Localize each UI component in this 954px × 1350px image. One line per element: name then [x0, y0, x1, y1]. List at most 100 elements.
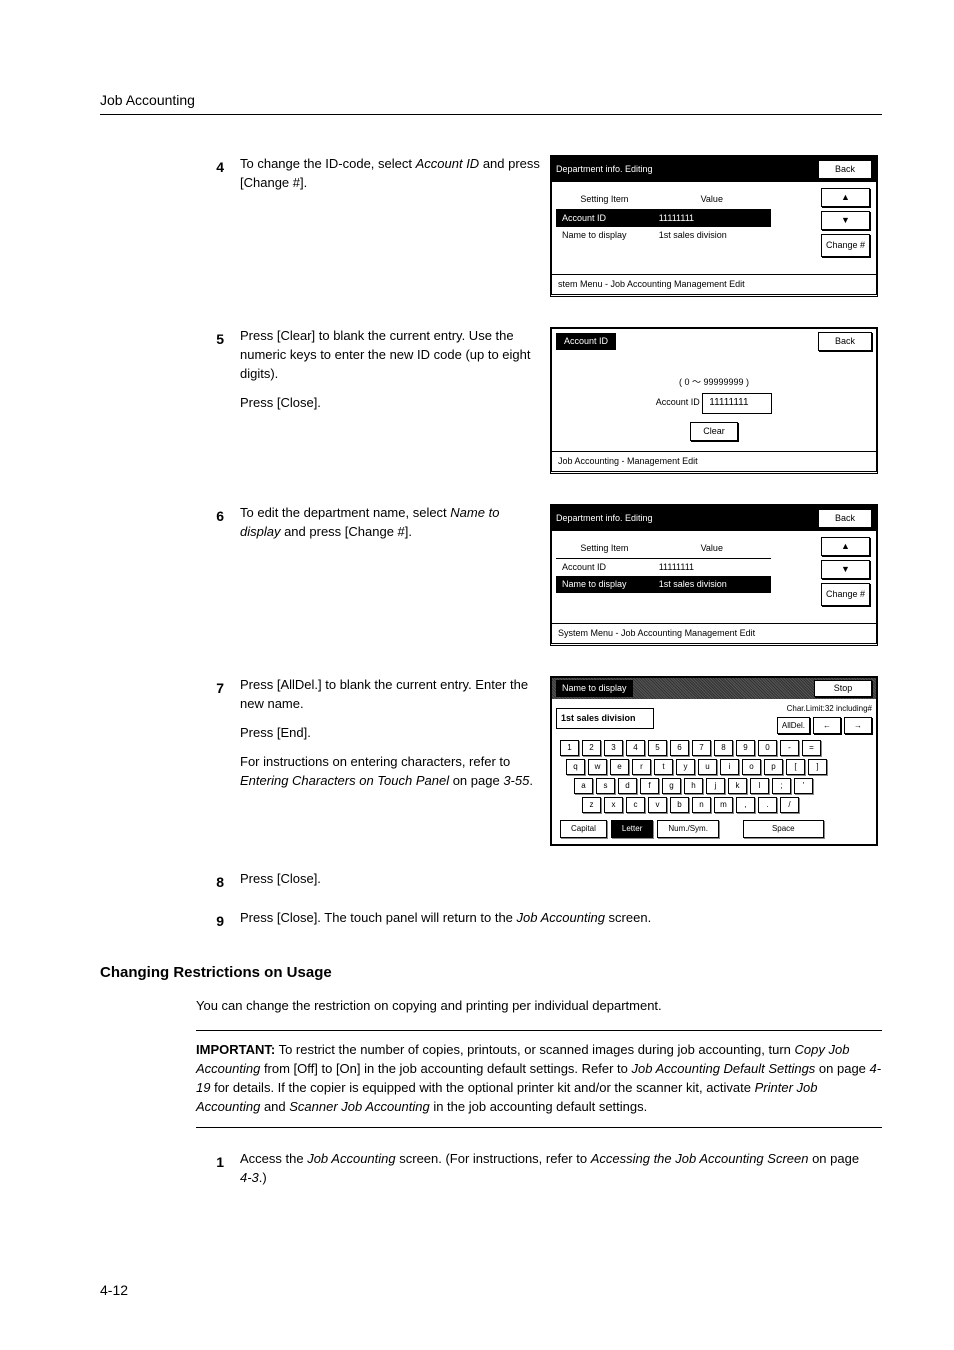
arrow-down-button[interactable]: ▼	[821, 211, 870, 230]
key-x[interactable]: x	[604, 797, 623, 813]
step-number-5: 5	[196, 327, 240, 349]
account-id-label: Account ID	[656, 397, 700, 407]
cell: 1st sales division	[653, 227, 771, 244]
step-text-4: To change the ID-code, select Account ID…	[240, 155, 550, 203]
key-v[interactable]: v	[648, 797, 667, 813]
key-3[interactable]: 3	[604, 740, 623, 756]
key-t[interactable]: t	[654, 759, 673, 775]
lcd6-footer: System Menu - Job Accounting Management …	[552, 623, 876, 643]
stop-button[interactable]: Stop	[814, 680, 872, 697]
key-4[interactable]: 4	[626, 740, 645, 756]
key-6[interactable]: 6	[670, 740, 689, 756]
char-limit-label: Char.Limit:32 including#	[787, 703, 872, 715]
step-text-7: Press [AllDel.] to blank the current ent…	[240, 676, 550, 800]
key-=[interactable]: =	[802, 740, 821, 756]
key-w[interactable]: w	[588, 759, 607, 775]
capital-mode-button[interactable]: Capital	[560, 820, 607, 838]
arrow-right-button[interactable]: →	[844, 717, 872, 735]
change-button[interactable]: Change #	[821, 583, 870, 606]
key-z[interactable]: z	[582, 797, 601, 813]
cell: Name to display	[556, 227, 653, 244]
key-j[interactable]: j	[706, 778, 725, 794]
important-note: IMPORTANT: To restrict the number of cop…	[196, 1030, 882, 1127]
back-button[interactable]: Back	[818, 509, 872, 528]
name-input[interactable]: 1st sales division	[556, 708, 654, 729]
key-c[interactable]: c	[626, 797, 645, 813]
key-e[interactable]: e	[610, 759, 629, 775]
key-p[interactable]: p	[764, 759, 783, 775]
letter-mode-button[interactable]: Letter	[611, 820, 653, 838]
table-row[interactable]: Name to display 1st sales division	[556, 227, 771, 244]
col-value: Value	[653, 190, 771, 210]
back-button[interactable]: Back	[818, 332, 872, 351]
header-rule	[100, 114, 882, 115]
key-2[interactable]: 2	[582, 740, 601, 756]
alldel-button[interactable]: AllDel.	[777, 717, 810, 735]
key-n[interactable]: n	[692, 797, 711, 813]
page-number: 4-12	[100, 1280, 128, 1300]
col-value: Value	[653, 539, 771, 559]
key-/[interactable]: /	[780, 797, 799, 813]
key-y[interactable]: y	[676, 759, 695, 775]
key-;[interactable]: ;	[772, 778, 791, 794]
cell: Name to display	[556, 576, 653, 593]
lcd-screen-5: Account ID Back ( 0 ～ 99999999 ) Account…	[550, 327, 878, 474]
col-setting-item: Setting Item	[556, 190, 653, 210]
key-d[interactable]: d	[618, 778, 637, 794]
clear-button[interactable]: Clear	[690, 422, 738, 441]
lcd5-title: Account ID	[556, 333, 616, 350]
numsym-mode-button[interactable]: Num./Sym.	[657, 820, 719, 838]
key-g[interactable]: g	[662, 778, 681, 794]
key-.[interactable]: .	[758, 797, 777, 813]
back-button[interactable]: Back	[818, 160, 872, 179]
cell: 11111111	[653, 559, 771, 577]
key-h[interactable]: h	[684, 778, 703, 794]
key-u[interactable]: u	[698, 759, 717, 775]
step-number-9: 9	[196, 909, 240, 931]
key-5[interactable]: 5	[648, 740, 667, 756]
key-b[interactable]: b	[670, 797, 689, 813]
key-,[interactable]: ,	[736, 797, 755, 813]
key-][interactable]: ]	[808, 759, 827, 775]
key-s[interactable]: s	[596, 778, 615, 794]
lcd6-title: Department info. Editing	[556, 512, 653, 525]
lcd-screen-6: Department info. Editing Back Setting It…	[550, 504, 878, 646]
change-button[interactable]: Change #	[821, 234, 870, 257]
arrow-down-button[interactable]: ▼	[821, 560, 870, 579]
key-m[interactable]: m	[714, 797, 733, 813]
cell: 11111111	[653, 210, 771, 228]
key-0[interactable]: 0	[758, 740, 777, 756]
key-q[interactable]: q	[566, 759, 585, 775]
key-o[interactable]: o	[742, 759, 761, 775]
keyboard-screen: Name to display Stop 1st sales division …	[550, 676, 878, 846]
sub-intro-text: You can change the restriction on copyin…	[196, 997, 882, 1016]
key-9[interactable]: 9	[736, 740, 755, 756]
key-l[interactable]: l	[750, 778, 769, 794]
space-key[interactable]: Space	[743, 820, 824, 838]
table-row[interactable]: Account ID 11111111	[556, 210, 771, 228]
table-row[interactable]: Name to display 1st sales division	[556, 576, 771, 593]
key-a[interactable]: a	[574, 778, 593, 794]
key-r[interactable]: r	[632, 759, 651, 775]
key-8[interactable]: 8	[714, 740, 733, 756]
key-k[interactable]: k	[728, 778, 747, 794]
table-row[interactable]: Account ID 11111111	[556, 559, 771, 577]
key-i[interactable]: i	[720, 759, 739, 775]
lcd-screen-4: Department info. Editing Back Setting It…	[550, 155, 878, 297]
key-7[interactable]: 7	[692, 740, 711, 756]
account-id-field[interactable]: 11111111	[702, 393, 772, 414]
arrow-up-button[interactable]: ▲	[821, 188, 870, 207]
cell: Account ID	[556, 559, 653, 577]
step-number-7: 7	[196, 676, 240, 698]
lcd5-footer: Job Accounting - Management Edit	[552, 451, 876, 471]
key-'[interactable]: '	[794, 778, 813, 794]
step-text-8: Press [Close].	[240, 870, 882, 899]
arrow-left-button[interactable]: ←	[813, 717, 841, 735]
key-[[interactable]: [	[786, 759, 805, 775]
step-number-8: 8	[196, 870, 240, 892]
step-number-6: 6	[196, 504, 240, 526]
key--[interactable]: -	[780, 740, 799, 756]
key-1[interactable]: 1	[560, 740, 579, 756]
arrow-up-button[interactable]: ▲	[821, 537, 870, 556]
key-f[interactable]: f	[640, 778, 659, 794]
